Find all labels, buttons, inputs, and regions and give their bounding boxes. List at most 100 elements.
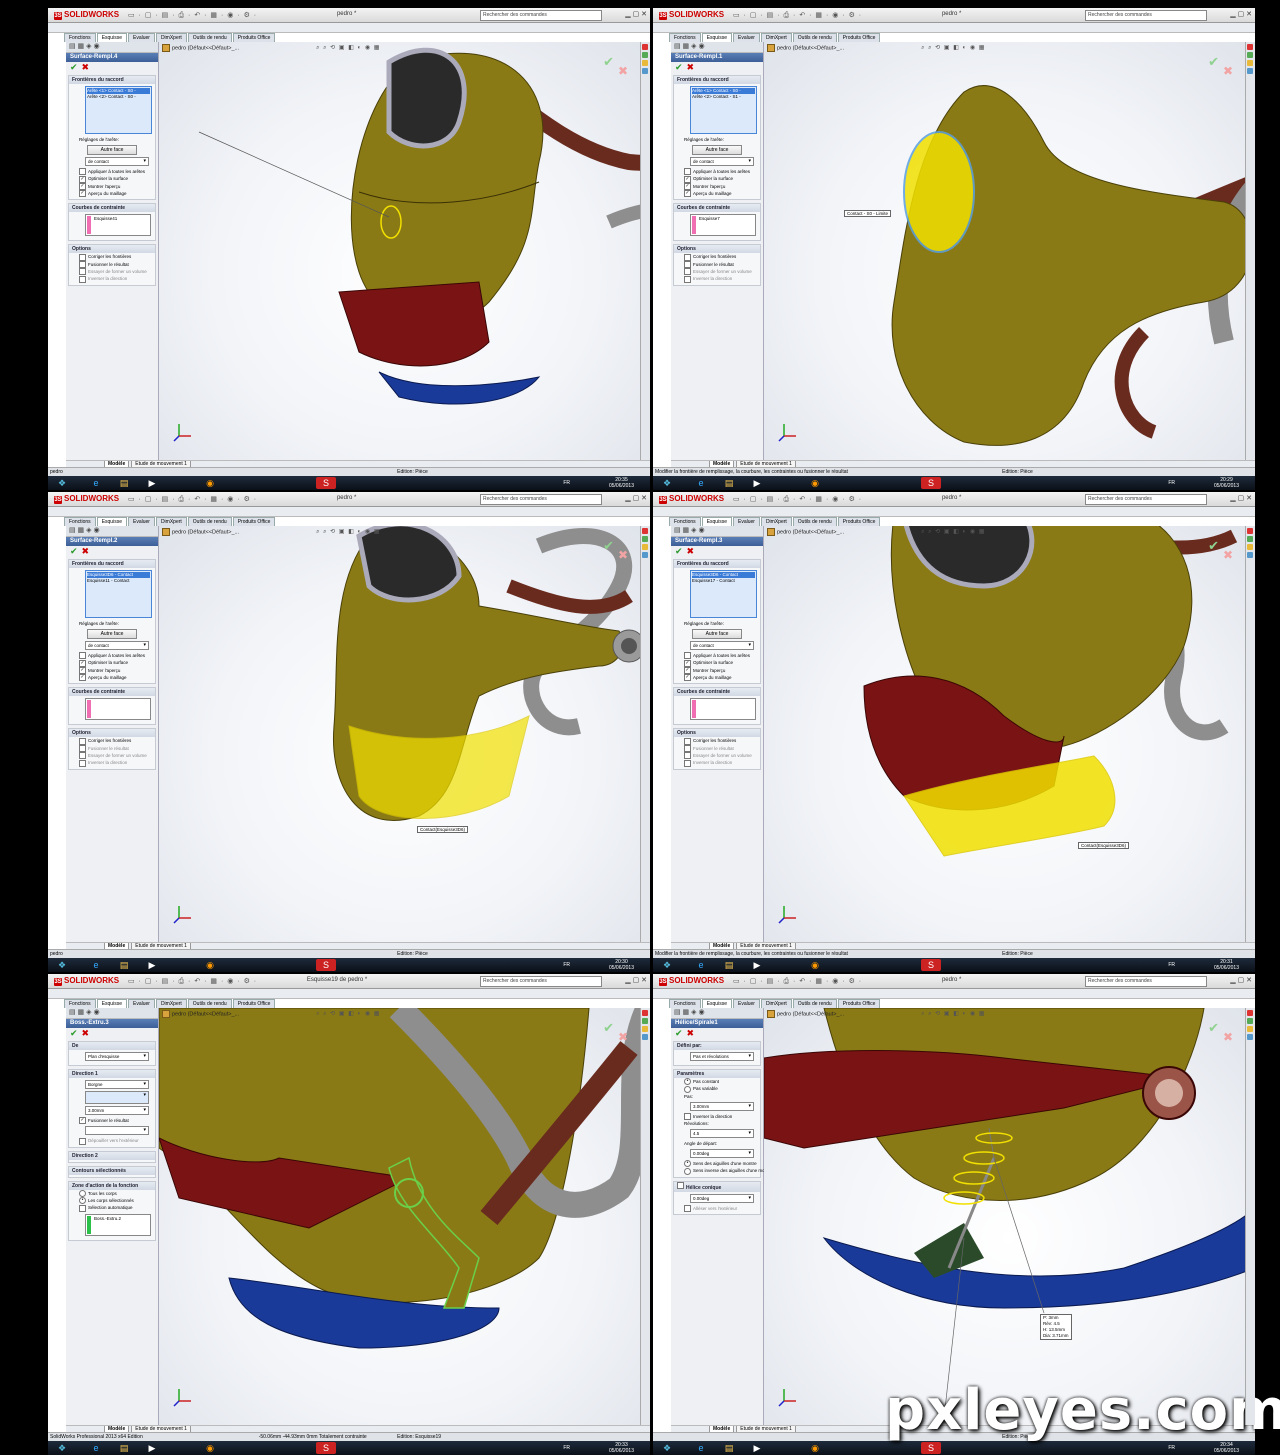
section-header[interactable]: Hélice conique bbox=[674, 1181, 760, 1192]
checkbox-preview[interactable]: ✓ Montrer l'aperçu bbox=[674, 666, 760, 674]
explorer-icon[interactable]: ▤ bbox=[719, 477, 739, 489]
radio-clockwise[interactable]: • Sens des aiguilles d'une montre bbox=[674, 1160, 760, 1168]
search-input[interactable]: Rechercher des commandes bbox=[480, 494, 602, 505]
section-header[interactable]: Frontières du raccord bbox=[69, 560, 155, 568]
tab-evaluer[interactable]: Evaluer bbox=[127, 517, 155, 526]
language-indicator[interactable]: FR bbox=[1168, 962, 1175, 968]
radio-selected-bodies[interactable]: • Les corps sélectionnés bbox=[69, 1197, 155, 1205]
clock[interactable]: 20:34 05/06/2013 bbox=[1214, 1442, 1239, 1454]
solidworks-taskbar-icon[interactable]: S bbox=[921, 1442, 941, 1454]
section-header[interactable]: Frontières du raccord bbox=[69, 76, 155, 84]
heads-up-toolbar[interactable]: ⌕ ⌕ ⟲ ▣ ◧ ◐ ◉ ▦ bbox=[921, 528, 985, 536]
checkbox-solid[interactable]: Essayer de former un volume bbox=[674, 752, 760, 760]
cancel-icon[interactable]: ✖ bbox=[82, 62, 90, 72]
quick-access-toolbar[interactable]: ▭ · ▢ · ▤ · ⎙ · ↶ · ▦ · ◉ · ⚙ · bbox=[733, 977, 862, 986]
checkbox-solid[interactable]: Essayer de former un volume bbox=[674, 268, 760, 276]
confirm-cancel-icon[interactable]: ✖ bbox=[618, 1030, 628, 1044]
manager-tabs[interactable]: ▤ ▦ ◈ ◉ bbox=[671, 42, 763, 53]
clock[interactable]: 20:31 05/06/2013 bbox=[1214, 959, 1239, 971]
tab-produits-office[interactable]: Produits Office bbox=[232, 33, 276, 42]
ok-icon[interactable]: ✔ bbox=[70, 546, 78, 556]
clock[interactable]: 20:35 05/06/2013 bbox=[609, 477, 634, 489]
tab-outils-rendu[interactable]: Outils de rendu bbox=[792, 517, 837, 526]
checkbox-merge[interactable]: Fusionner le résultat bbox=[674, 744, 760, 752]
window-controls[interactable]: ▁ ▢ ✕ bbox=[1230, 976, 1252, 984]
tab-dimxpert[interactable]: DimXpert bbox=[155, 33, 187, 42]
quick-access-toolbar[interactable]: ▭ · ▢ · ▤ · ⎙ · ↶ · ▦ · ◉ · ⚙ · bbox=[733, 11, 862, 20]
task-pane[interactable] bbox=[1245, 1008, 1255, 1425]
curvature-select[interactable]: de contact bbox=[85, 641, 149, 650]
graphics-area[interactable]: pedro (Défaut<<Défaut>_... ⌕ ⌕ ⟲ ▣ ◧ ◐ ◉… bbox=[764, 42, 1255, 460]
section-header[interactable]: Options bbox=[674, 729, 760, 738]
language-indicator[interactable]: FR bbox=[1168, 1445, 1175, 1451]
task-pane[interactable] bbox=[640, 526, 650, 942]
cancel-icon[interactable]: ✖ bbox=[687, 546, 695, 556]
revolutions-input[interactable]: 4.5 bbox=[690, 1128, 754, 1138]
manager-tabs[interactable]: ▤ ▦ ◈ ◉ bbox=[66, 1008, 158, 1019]
heads-up-toolbar[interactable]: ⌕ ⌕ ⟲ ▣ ◧ ◐ ◉ ▦ bbox=[316, 1010, 380, 1018]
command-manager[interactable] bbox=[48, 989, 650, 999]
heads-up-toolbar[interactable]: ⌕ ⌕ ⟲ ▣ ◧ ◐ ◉ ▦ bbox=[316, 528, 380, 536]
checkbox-merge[interactable]: Fusionner le résultat bbox=[69, 260, 155, 268]
confirm-ok-icon[interactable]: ✔ bbox=[1208, 54, 1219, 70]
checkbox-fix-bounds[interactable]: Corriger les frontières bbox=[69, 253, 155, 261]
tab-dimxpert[interactable]: DimXpert bbox=[155, 999, 187, 1008]
checkbox-preview[interactable]: ✓ Montrer l'aperçu bbox=[69, 182, 155, 190]
firefox-icon[interactable]: ◉ bbox=[200, 959, 220, 971]
section-header[interactable]: Direction 1 bbox=[69, 1070, 155, 1078]
graphics-area[interactable]: pedro (Défaut<<Défaut>_... ⌕ ⌕ ⟲ ▣ ◧ ◐ ◉… bbox=[159, 526, 650, 942]
feature-tree-flyout[interactable]: pedro (Défaut<<Défaut>_... bbox=[162, 528, 239, 536]
start-icon[interactable]: ❖ bbox=[52, 959, 72, 971]
task-pane[interactable] bbox=[640, 1008, 650, 1425]
checkbox-reverse[interactable]: Inverser la direction bbox=[674, 759, 760, 767]
checkbox-merge[interactable]: Fusionner le résultat bbox=[674, 260, 760, 268]
tab-dimxpert[interactable]: DimXpert bbox=[155, 517, 187, 526]
radio-all-bodies[interactable]: Tous les corps bbox=[69, 1189, 155, 1197]
manager-tabs[interactable]: ▤ ▦ ◈ ◉ bbox=[66, 526, 158, 537]
checkbox-fix-bounds[interactable]: Corriger les frontières bbox=[674, 253, 760, 261]
checkbox-reverse[interactable]: Inverser la direction bbox=[69, 759, 155, 767]
checkbox-merge[interactable]: Fusionner le résultat bbox=[69, 744, 155, 752]
section-header[interactable]: Options bbox=[69, 729, 155, 738]
ok-icon[interactable]: ✔ bbox=[675, 1028, 683, 1038]
ie-icon[interactable]: e bbox=[86, 1442, 106, 1454]
manager-tabs[interactable]: ▤ ▦ ◈ ◉ bbox=[671, 1008, 763, 1019]
tab-evaluer[interactable]: Evaluer bbox=[732, 999, 760, 1008]
constraint-list[interactable] bbox=[690, 698, 756, 721]
tab-esquisse[interactable]: Esquisse bbox=[96, 33, 127, 42]
window-controls[interactable]: ▁ ▢ ✕ bbox=[625, 10, 647, 18]
list-item[interactable]: Arête <2> Contact - S0 - bbox=[87, 94, 150, 100]
ok-icon[interactable]: ✔ bbox=[675, 546, 683, 556]
checkbox-optimize[interactable]: ✓ Optimiser la surface bbox=[69, 175, 155, 183]
checkbox-preview[interactable]: ✓ Montrer l'aperçu bbox=[69, 666, 155, 674]
start-condition-select[interactable]: Plan d'esquisse bbox=[85, 1052, 149, 1061]
curvature-select[interactable]: de contact bbox=[85, 157, 149, 166]
section-header[interactable]: De bbox=[69, 1042, 155, 1050]
section-header[interactable]: Paramètres bbox=[674, 1070, 760, 1078]
firefox-icon[interactable]: ◉ bbox=[805, 477, 825, 489]
section-header[interactable]: Direction 2 bbox=[69, 1151, 155, 1160]
language-indicator[interactable]: FR bbox=[563, 1445, 570, 1451]
checkbox-preview[interactable]: ✓ Montrer l'aperçu bbox=[674, 182, 760, 190]
firefox-icon[interactable]: ◉ bbox=[200, 1442, 220, 1454]
checkbox-mesh[interactable]: ✓ Aperçu du maillage bbox=[674, 674, 760, 682]
checkbox-taper-out[interactable]: Alléser vers l'extérieur bbox=[674, 1204, 760, 1212]
tab-outils-rendu[interactable]: Outils de rendu bbox=[187, 999, 232, 1008]
section-header[interactable]: Courbes de contrainte bbox=[674, 204, 760, 213]
taper-angle-input[interactable]: 0.00deg bbox=[690, 1193, 754, 1203]
section-header[interactable]: Frontières du raccord bbox=[674, 560, 760, 568]
checkbox-draft-out[interactable]: Dépouiller vers l'extérieur bbox=[69, 1137, 155, 1145]
solidworks-taskbar-icon[interactable]: S bbox=[316, 477, 336, 489]
clock[interactable]: 20:33 05/06/2013 bbox=[609, 1442, 634, 1454]
media-icon[interactable]: ▶ bbox=[142, 959, 162, 971]
cancel-icon[interactable]: ✖ bbox=[687, 62, 695, 72]
task-pane[interactable] bbox=[640, 42, 650, 460]
list-item[interactable]: Arête <2> Contact - S1 - bbox=[692, 94, 755, 100]
section-header[interactable]: Zone d'action de la fonction bbox=[69, 1181, 155, 1190]
quick-access-toolbar[interactable]: ▭ · ▢ · ▤ · ⎙ · ↶ · ▦ · ◉ · ⚙ · bbox=[128, 11, 257, 20]
tab-produits-office[interactable]: Produits Office bbox=[232, 999, 276, 1008]
checkbox-fix-bounds[interactable]: Corriger les frontières bbox=[69, 737, 155, 745]
feature-tree-flyout[interactable]: pedro (Défaut<<Défaut>_... bbox=[162, 1010, 239, 1018]
confirm-ok-icon[interactable]: ✔ bbox=[603, 54, 614, 70]
tab-outils-rendu[interactable]: Outils de rendu bbox=[792, 999, 837, 1008]
